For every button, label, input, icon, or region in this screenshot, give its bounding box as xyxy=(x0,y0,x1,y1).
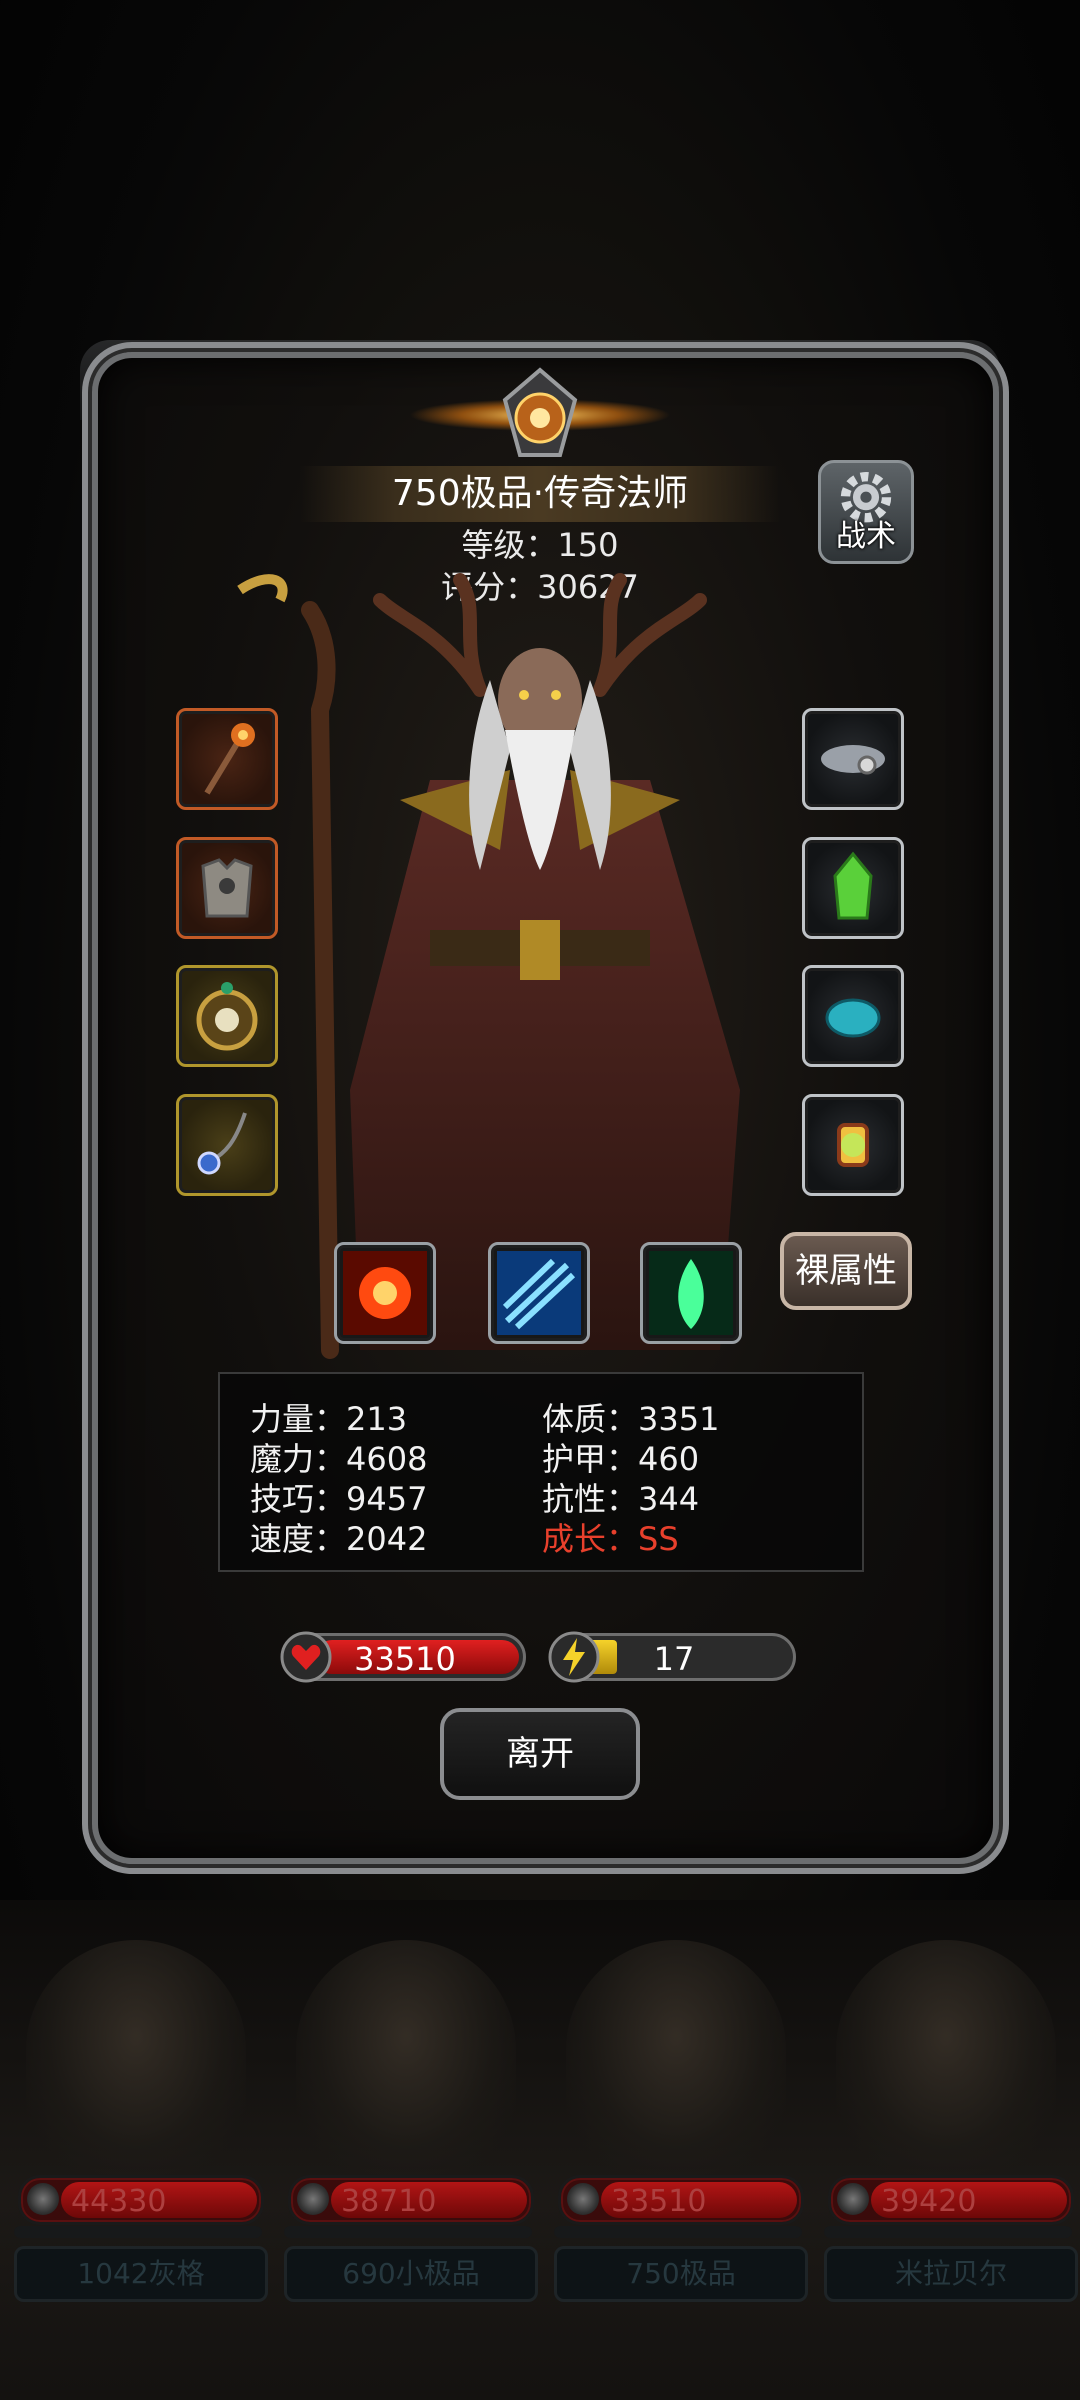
green-flame-icon xyxy=(649,1251,733,1335)
level-text: 等级：150 xyxy=(461,526,619,564)
roster-card[interactable]: 44330 1042灰格 xyxy=(6,1900,268,2302)
raw-attributes-button[interactable]: 裸属性 xyxy=(780,1232,912,1310)
roster-name: 1042灰格 xyxy=(14,2246,268,2302)
roster-card[interactable]: 33510 750极品 xyxy=(546,1900,808,2302)
roster-hp-value: 44330 xyxy=(71,2184,167,2219)
stat-speed: 速度：2042 xyxy=(250,1520,428,1558)
hero-roster: 44330 1042灰格 38710 690小极品 33510 750极品 39… xyxy=(0,1900,1080,2400)
equip-slot-medal[interactable] xyxy=(176,965,278,1067)
tactic-button[interactable]: 战术 xyxy=(818,460,914,564)
hp-bar: 33510 xyxy=(280,1631,526,1683)
roster-hp-bar: 33510 xyxy=(558,2175,804,2225)
skill-slot-1[interactable] xyxy=(334,1242,436,1344)
stat-growth: 成长：SS xyxy=(542,1520,679,1558)
tactic-label: 战术 xyxy=(836,519,896,554)
sword-icon xyxy=(297,2183,329,2215)
equip-slot-lantern[interactable] xyxy=(802,1094,904,1196)
hp-value: 33510 xyxy=(354,1640,456,1678)
energy-bar: 17 xyxy=(548,1631,796,1683)
roster-name: 米拉贝尔 xyxy=(824,2246,1078,2302)
equip-slot-stone[interactable] xyxy=(802,965,904,1067)
leave-button[interactable]: 离开 xyxy=(440,1708,640,1800)
roster-hp-value: 33510 xyxy=(611,2184,707,2219)
skill-slot-3[interactable] xyxy=(640,1242,742,1344)
roster-hp-value: 38710 xyxy=(341,2184,437,2219)
ice-slash-icon xyxy=(497,1251,581,1335)
equip-slot-armor[interactable] xyxy=(176,837,278,939)
roster-hp-bar: 44330 xyxy=(18,2175,264,2225)
hero-portrait xyxy=(566,1940,786,2180)
sword-icon xyxy=(27,2183,59,2215)
roster-name: 750极品 xyxy=(554,2246,808,2302)
roster-hp-bar: 38710 xyxy=(288,2175,534,2225)
stats-panel: 力量：213 魔力：4608 技巧：9457 速度：2042 体质：3351 护… xyxy=(218,1372,864,1572)
sword-icon xyxy=(567,2183,599,2215)
roster-hp-value: 39420 xyxy=(881,2184,977,2219)
roster-name: 690小极品 xyxy=(284,2246,538,2302)
roster-hp-bar: 39420 xyxy=(828,2175,1074,2225)
energy-value: 17 xyxy=(653,1640,695,1678)
equip-slot-necklace[interactable] xyxy=(176,1094,278,1196)
roster-card[interactable]: 38710 690小极品 xyxy=(276,1900,538,2302)
equip-slot-gem[interactable] xyxy=(802,837,904,939)
hero-portrait xyxy=(296,1940,516,2180)
skill-slot-2[interactable] xyxy=(488,1242,590,1344)
necklace-icon xyxy=(197,1112,247,1175)
sword-icon xyxy=(837,2183,869,2215)
equip-slot-weapon[interactable] xyxy=(176,708,278,810)
lantern-icon xyxy=(837,1123,869,1167)
hero-portrait xyxy=(836,1940,1056,2180)
green-gem-icon xyxy=(833,851,873,920)
staff-icon xyxy=(204,723,255,795)
medal-icon xyxy=(196,982,258,1051)
roster-card[interactable]: 39420 米拉贝尔 xyxy=(816,1900,1078,2302)
armor-icon xyxy=(201,858,253,918)
fire-burst-icon xyxy=(343,1251,427,1335)
cloud-ring-icon xyxy=(821,745,885,775)
equip-slot-ring[interactable] xyxy=(802,708,904,810)
emblem-icon xyxy=(410,367,670,457)
hero-title: 750极品·传奇法师 xyxy=(300,466,780,522)
hero-portrait xyxy=(26,1940,246,2180)
blue-stone-icon xyxy=(825,998,881,1038)
